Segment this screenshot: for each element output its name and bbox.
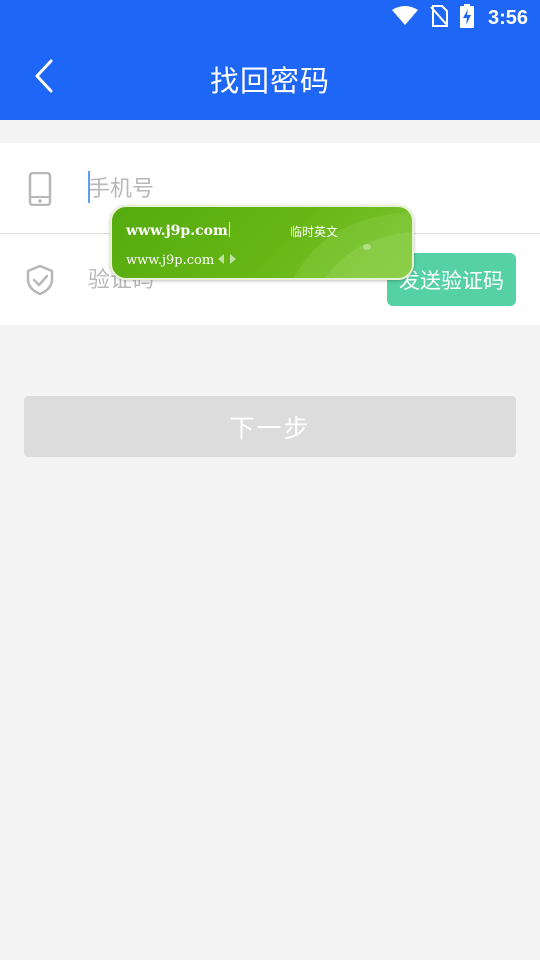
status-bar: 3:56 <box>0 0 540 36</box>
ime-cursor <box>228 222 230 237</box>
ime-composing-value: www.j9p.com <box>126 223 228 239</box>
leaf-decoration-icon <box>262 207 412 278</box>
shield-check-icon <box>20 260 60 300</box>
no-sim-icon <box>430 5 448 31</box>
app-screen: 3:56 找回密码 手机号 验证码 发送验证码 www.j9p.com 临时英文… <box>0 0 540 960</box>
status-icons: 3:56 <box>380 4 528 32</box>
app-header: 找回密码 <box>0 36 540 120</box>
wifi-icon <box>391 6 418 30</box>
status-time: 3:56 <box>487 6 528 29</box>
ime-page-arrows <box>218 254 242 264</box>
ime-candidate-item[interactable]: www.j9p.com <box>126 253 214 268</box>
arrow-right-icon[interactable] <box>230 254 236 264</box>
next-step-button[interactable]: 下一步 <box>24 396 516 457</box>
ime-mode-toggle[interactable]: 临时英文 <box>290 223 338 240</box>
battery-charging-icon <box>459 4 474 32</box>
text-caret <box>88 171 90 203</box>
ime-candidate-popup: www.j9p.com 临时英文 www.j9p.com <box>110 205 414 280</box>
ime-composing-text: www.j9p.com <box>126 222 230 239</box>
phone-input[interactable] <box>88 171 368 207</box>
phone-icon <box>20 169 60 209</box>
arrow-left-icon[interactable] <box>218 254 224 264</box>
page-title: 找回密码 <box>209 64 330 98</box>
